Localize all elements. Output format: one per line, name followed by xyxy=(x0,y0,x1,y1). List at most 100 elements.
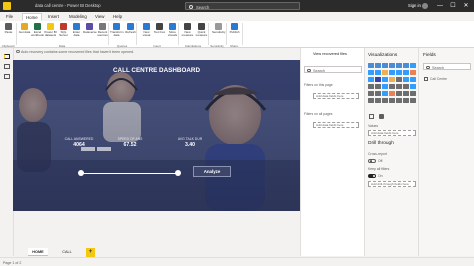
visual-type-icon[interactable] xyxy=(396,84,402,89)
range-slider-end-handle[interactable] xyxy=(175,170,181,176)
view-recovered-files-link[interactable]: View recovered files xyxy=(313,52,347,56)
visual-type-icon[interactable] xyxy=(368,98,374,103)
tab-home[interactable]: Home xyxy=(22,13,42,21)
range-slider-track[interactable] xyxy=(80,173,179,174)
cross-report-toggle[interactable] xyxy=(368,159,376,163)
visual-type-icon[interactable] xyxy=(368,84,374,89)
visual-type-icon[interactable] xyxy=(403,98,409,103)
page-tab-home[interactable]: HOME xyxy=(28,248,48,256)
visual-type-icon[interactable] xyxy=(382,91,388,96)
maximize-button[interactable]: ☐ xyxy=(447,1,459,11)
visual-type-icon[interactable] xyxy=(396,91,402,96)
values-label: Values xyxy=(368,124,379,128)
tab-help[interactable]: Help xyxy=(110,13,125,21)
visual-type-icon[interactable] xyxy=(403,84,409,89)
visual-type-icon[interactable] xyxy=(396,77,402,82)
visual-type-icon[interactable] xyxy=(389,70,395,75)
filters-search-input[interactable]: Search xyxy=(304,66,362,73)
visual-type-icon[interactable] xyxy=(375,84,381,89)
ribbon-button-new-measure[interactable]: New measure xyxy=(181,22,194,43)
visual-type-icon[interactable] xyxy=(403,91,409,96)
field-table-call-centre[interactable]: Call Centre xyxy=(430,77,447,81)
visual-type-icon[interactable] xyxy=(389,77,395,82)
fields-tab-icon[interactable] xyxy=(369,114,374,119)
drill-through-drop-well[interactable]: Add drill-through fields here xyxy=(368,181,416,187)
page-tab-call-centre[interactable]: CALL CENTRE xyxy=(52,248,82,262)
visual-type-icon[interactable] xyxy=(382,84,388,89)
tab-insert[interactable]: Insert xyxy=(45,13,62,21)
ribbon-button-enter-data[interactable]: Enter data xyxy=(70,22,83,43)
ribbon-button-quick-measure[interactable]: Quick measure xyxy=(195,22,208,43)
visual-type-icon[interactable] xyxy=(403,77,409,82)
report-canvas[interactable]: CALL CENTRE DASHBOARD CALL ANSWERED 4064… xyxy=(13,60,300,211)
visual-type-icon[interactable] xyxy=(410,91,416,96)
range-slider-start-handle[interactable] xyxy=(78,170,84,176)
visual-type-icon[interactable] xyxy=(375,91,381,96)
recent-sources-icon xyxy=(99,23,106,30)
visual-type-icon[interactable] xyxy=(410,70,416,75)
ribbon-button-sql-server[interactable]: SQL Server xyxy=(57,22,70,43)
data-view-icon[interactable] xyxy=(4,64,10,69)
transform-data-icon xyxy=(113,23,120,30)
tab-modeling[interactable]: Modeling xyxy=(66,13,90,21)
visual-type-icon[interactable] xyxy=(375,77,381,82)
ribbon-button-paste[interactable]: Paste xyxy=(2,22,15,43)
drill-through-header: Drill through xyxy=(368,141,394,146)
sign-in-link[interactable]: Sign in xyxy=(408,3,421,8)
ribbon-separator xyxy=(208,23,209,45)
visual-type-icon[interactable] xyxy=(403,70,409,75)
ribbon-button-power-bi-datasets[interactable]: Power BI datasets xyxy=(44,22,57,43)
fields-search-input[interactable]: Search xyxy=(423,63,471,70)
visual-type-gallery xyxy=(368,63,418,113)
visual-type-icon[interactable] xyxy=(396,70,402,75)
filters-page-drop-well[interactable]: Add data fields here xyxy=(313,93,359,99)
ribbon-button-new-visual[interactable]: New visual xyxy=(140,22,153,43)
keep-all-filters-toggle[interactable] xyxy=(368,174,376,178)
visual-type-icon[interactable] xyxy=(382,77,388,82)
visual-type-icon[interactable] xyxy=(389,91,395,96)
analyze-button[interactable]: Analyze xyxy=(193,166,231,177)
title-search-input[interactable]: Search xyxy=(185,2,300,10)
visual-type-icon[interactable] xyxy=(389,63,395,68)
visual-type-icon[interactable] xyxy=(389,98,395,103)
ribbon-button-get-data[interactable]: Get data xyxy=(18,22,31,43)
visual-type-icon[interactable] xyxy=(403,63,409,68)
visual-type-icon[interactable] xyxy=(410,63,416,68)
visual-type-icon[interactable] xyxy=(382,98,388,103)
filters-all-drop-well[interactable]: Add data fields here xyxy=(313,122,359,128)
visual-type-icon[interactable] xyxy=(368,77,374,82)
visual-type-icon[interactable] xyxy=(410,77,416,82)
visual-type-icon[interactable] xyxy=(368,63,374,68)
close-button[interactable]: ✕ xyxy=(460,1,472,11)
kpi-label-calls: CALL ANSWERED xyxy=(64,137,94,141)
visual-type-icon[interactable] xyxy=(375,70,381,75)
minimize-button[interactable]: — xyxy=(434,1,446,11)
model-view-icon[interactable] xyxy=(4,74,10,79)
tab-file[interactable]: File xyxy=(3,13,16,21)
visual-type-icon[interactable] xyxy=(368,91,374,96)
ribbon-button-text-box[interactable]: Text box xyxy=(153,22,166,43)
values-drop-well[interactable]: Add data fields here xyxy=(368,130,416,136)
ribbon-button-excel-workbook[interactable]: Excel workbook xyxy=(31,22,44,43)
visual-type-icon[interactable] xyxy=(396,98,402,103)
add-page-button[interactable]: + xyxy=(86,247,95,257)
tab-view[interactable]: View xyxy=(92,13,107,21)
report-view-icon[interactable] xyxy=(4,54,10,59)
format-paint-icon[interactable] xyxy=(379,114,384,119)
ribbon-button-publish[interactable]: Publish xyxy=(228,22,241,43)
visual-type-icon[interactable] xyxy=(389,84,395,89)
visual-type-icon[interactable] xyxy=(382,63,388,68)
avatar[interactable] xyxy=(422,2,428,9)
visual-type-icon[interactable] xyxy=(410,84,416,89)
visual-type-icon[interactable] xyxy=(410,98,416,103)
ribbon-button-dataverse[interactable]: Dataverse xyxy=(83,22,97,43)
visual-type-icon[interactable] xyxy=(382,70,388,75)
date-filter-slicer[interactable] xyxy=(81,147,115,158)
ribbon-button-sensitivity[interactable]: Sensitivity xyxy=(212,22,226,43)
visual-type-icon[interactable] xyxy=(375,63,381,68)
new-measure-icon xyxy=(184,23,191,30)
visual-type-icon[interactable] xyxy=(368,70,374,75)
visual-type-icon[interactable] xyxy=(375,98,381,103)
ribbon-button-transform-data[interactable]: Transform data xyxy=(110,22,124,43)
visual-type-icon[interactable] xyxy=(396,63,402,68)
